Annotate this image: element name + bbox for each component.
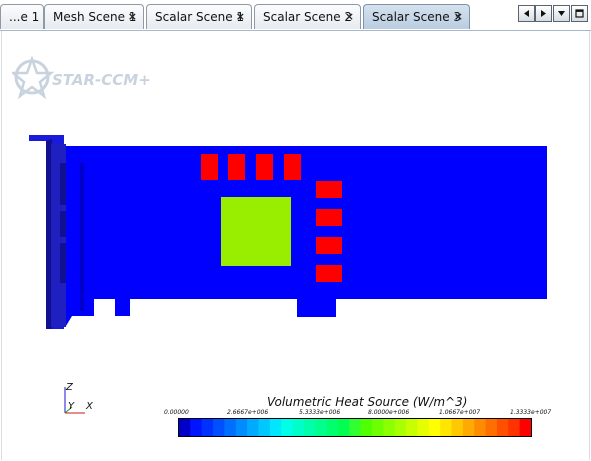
colorbar-segment xyxy=(440,419,453,436)
close-icon[interactable]: × xyxy=(128,10,137,23)
colorbar-segment xyxy=(281,419,294,436)
legend-tick-label: 0.00000 xyxy=(164,409,189,416)
legend-tick-label: 2.6667e+006 xyxy=(227,409,269,416)
colorbar-segment xyxy=(394,419,407,436)
colorbar-segment xyxy=(508,419,521,436)
maximize-icon xyxy=(575,9,584,18)
colorbar-segment xyxy=(258,419,271,436)
tab-strip: ...e 1 Mesh Scene 1 × Scalar Scene 1 × S… xyxy=(0,0,591,31)
legend-colorbar xyxy=(178,418,532,437)
maximize-button[interactable] xyxy=(571,5,588,22)
colorbar-segment xyxy=(201,419,214,436)
colorbar-segment xyxy=(360,419,373,436)
colorbar-segment xyxy=(303,419,316,436)
axis-y-label: Y xyxy=(68,401,75,412)
triangle-down-icon xyxy=(558,11,565,16)
colorbar-segment xyxy=(269,419,282,436)
tab-scene-1[interactable]: ...e 1 xyxy=(0,4,44,29)
scene-viewport[interactable]: STAR-CCM+ Z Y X Volumetric Heat Source (… xyxy=(1,31,590,460)
colorbar-segment xyxy=(326,419,339,436)
legend-tick-label: 1.3333e+007 xyxy=(510,409,552,416)
tab-label: Scalar Scene 2 xyxy=(263,10,353,24)
scroll-tabs-right-button[interactable] xyxy=(535,5,552,22)
scene-window: ...e 1 Mesh Scene 1 × Scalar Scene 1 × S… xyxy=(0,0,591,461)
axis-triad-icon xyxy=(64,387,85,414)
triangle-right-icon xyxy=(541,10,546,17)
scroll-tabs-left-button[interactable] xyxy=(518,5,535,22)
tab-label: Scalar Scene 3 xyxy=(372,10,462,24)
close-icon[interactable]: × xyxy=(236,10,245,23)
colorbar-segment xyxy=(337,419,350,436)
colorbar-segment xyxy=(474,419,487,436)
colorbar-segment xyxy=(247,419,260,436)
colorbar-segment xyxy=(428,419,441,436)
tab-list-button[interactable] xyxy=(553,5,570,22)
colorbar-segment xyxy=(213,419,226,436)
tab-label: ...e 1 xyxy=(9,10,40,24)
legend-title: Volumetric Heat Source (W/m^3) xyxy=(267,395,468,409)
tab-scalar-scene-3[interactable]: Scalar Scene 3 × xyxy=(363,4,470,29)
legend-tick-label: 5.3333e+006 xyxy=(299,409,341,416)
tab-label: Mesh Scene 1 xyxy=(53,10,137,24)
colorbar-segment xyxy=(224,419,237,436)
colorbar-segment xyxy=(235,419,248,436)
tab-mesh-scene-1[interactable]: Mesh Scene 1 × xyxy=(44,4,144,29)
colorbar-segment xyxy=(485,419,498,436)
tab-scalar-scene-1[interactable]: Scalar Scene 1 × xyxy=(146,4,252,29)
colorbar-segment xyxy=(190,419,203,436)
colorbar-segment xyxy=(496,419,509,436)
top-chip xyxy=(201,154,218,180)
center-chip xyxy=(221,197,291,266)
colorbar-segment xyxy=(406,419,419,436)
colorbar-segment xyxy=(179,419,191,436)
side-chip xyxy=(316,181,342,198)
close-icon[interactable]: × xyxy=(345,10,354,23)
colorbar-segment xyxy=(519,419,532,436)
axis-x-label: X xyxy=(86,401,93,412)
pcb-board xyxy=(66,146,547,326)
colorbar-segment xyxy=(315,419,328,436)
colorbar-segment xyxy=(417,419,430,436)
top-chip xyxy=(256,154,273,180)
top-chip xyxy=(228,154,245,180)
colorbar-segment xyxy=(292,419,305,436)
legend-tick-label: 8.0000e+006 xyxy=(368,409,410,416)
top-chip xyxy=(284,154,301,180)
colorbar-segment xyxy=(462,419,475,436)
close-icon[interactable]: × xyxy=(454,10,463,23)
colorbar-segment xyxy=(372,419,384,436)
side-chip xyxy=(316,209,342,226)
colorbar-segment xyxy=(451,419,464,436)
side-chip xyxy=(316,265,342,282)
colorbar-segment xyxy=(349,419,362,436)
side-chip xyxy=(316,237,342,254)
axis-z-label: Z xyxy=(66,382,73,393)
tab-scalar-scene-2[interactable]: Scalar Scene 2 × xyxy=(254,4,361,29)
legend-tick-label: 1.0667e+007 xyxy=(439,409,481,416)
tab-label: Scalar Scene 1 xyxy=(155,10,245,24)
triangle-left-icon xyxy=(524,10,529,17)
colorbar-segment xyxy=(383,419,396,436)
